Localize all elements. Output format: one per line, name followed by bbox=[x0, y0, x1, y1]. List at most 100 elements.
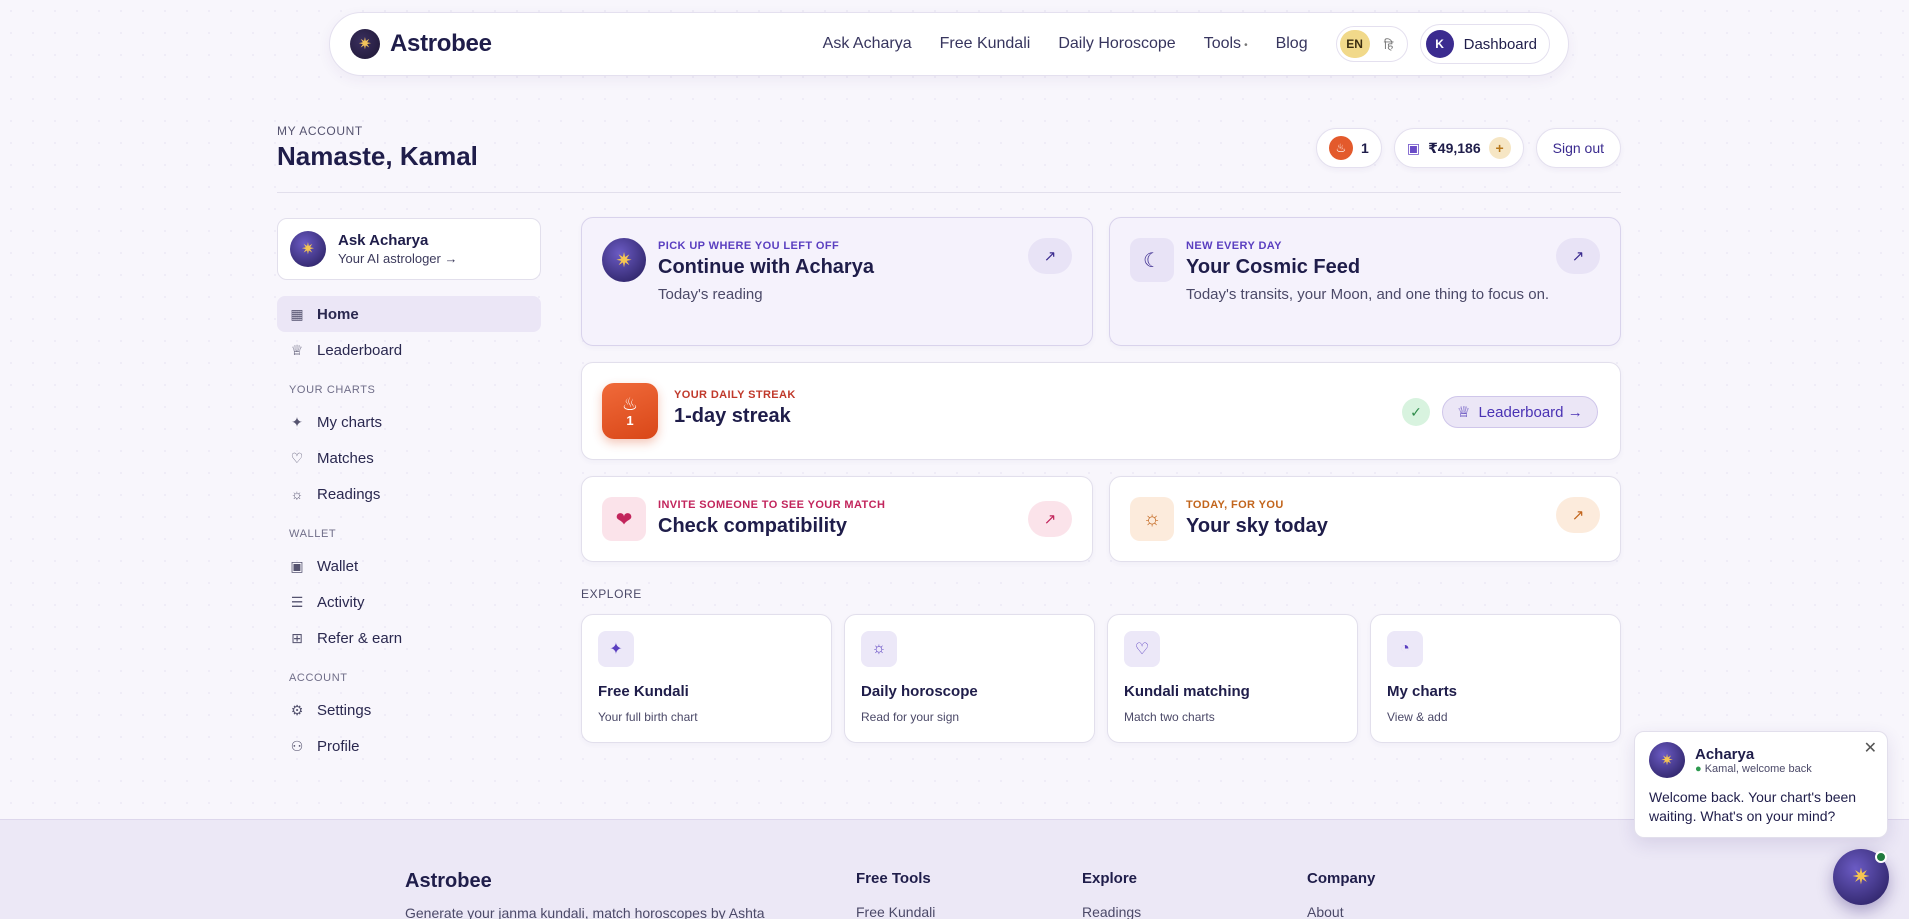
check-icon: ✓ bbox=[1402, 398, 1430, 426]
chat-popup: ✷ Acharya ● Kamal, welcome back ✕ Welcom… bbox=[1634, 731, 1888, 838]
sidebar-section-wallet: WALLET bbox=[289, 528, 337, 540]
online-dot-icon bbox=[1875, 851, 1887, 863]
dashboard-button[interactable]: K Dashboard bbox=[1419, 24, 1550, 64]
sidebar-item-label: Leaderboard bbox=[317, 341, 403, 359]
sidebar-item-label: Home bbox=[317, 305, 359, 323]
sidebar-item-matches[interactable]: ♡ Matches bbox=[277, 440, 541, 476]
cosmic-feed-card[interactable]: ☾ NEW EVERY DAY Your Cosmic Feed Today's… bbox=[1109, 217, 1621, 346]
heart-icon: ♡ bbox=[1124, 631, 1160, 667]
moon-icon: ☾ bbox=[1130, 238, 1174, 282]
dropdown-dot-icon: • bbox=[1244, 40, 1248, 51]
acharya-orb-icon: ✷ bbox=[602, 238, 646, 282]
sidebar-item-label: Activity bbox=[317, 593, 365, 611]
lang-hi-button[interactable]: हि bbox=[1374, 36, 1404, 53]
card-title: 1-day streak bbox=[674, 405, 791, 427]
explore-card-free-kundali[interactable]: ✦ Free Kundali Your full birth chart bbox=[581, 614, 832, 743]
lang-en-button[interactable]: EN bbox=[1339, 30, 1370, 58]
footer-link[interactable]: Readings bbox=[1082, 904, 1141, 919]
explore-card-daily-horoscope[interactable]: ☼ Daily horoscope Read for your sign bbox=[844, 614, 1095, 743]
nav-link-tools-label: Tools bbox=[1203, 35, 1242, 52]
acharya-orb-icon: ✷ bbox=[1851, 864, 1871, 889]
sparkle-icon: ✦ bbox=[291, 413, 303, 430]
sidebar-item-my-charts[interactable]: ✦ My charts bbox=[277, 404, 541, 440]
gift-icon: ⊞ bbox=[291, 629, 303, 646]
chat-status: ● Kamal, welcome back bbox=[1695, 763, 1812, 775]
explore-card-subtitle: Match two charts bbox=[1124, 710, 1215, 724]
sidebar: ✷ Ask Acharya Your AI astrologer → ▦ Home… bbox=[277, 218, 541, 764]
flame-icon: ♨ bbox=[621, 393, 639, 414]
online-dot-icon: ● bbox=[1695, 762, 1702, 775]
sidebar-item-activity[interactable]: ☰ Activity bbox=[277, 584, 541, 620]
streak-count: 1 bbox=[1361, 140, 1369, 156]
user-icon: ⚇ bbox=[290, 737, 304, 754]
sidebar-item-label: Refer & earn bbox=[317, 629, 403, 647]
heart-icon: ♡ bbox=[290, 449, 304, 466]
wallet-icon: ▣ bbox=[1406, 139, 1421, 156]
footer-column-explore: Explore Readings bbox=[1082, 870, 1141, 919]
sun-icon: ☼ bbox=[861, 631, 897, 667]
header-divider bbox=[277, 192, 1621, 193]
sidebar-item-wallet[interactable]: ▣ Wallet bbox=[277, 548, 541, 584]
arrow-up-right-icon[interactable]: ↗ bbox=[1556, 238, 1600, 274]
wallet-icon: ▣ bbox=[290, 557, 304, 574]
chat-message: Welcome back. Your chart's been waiting.… bbox=[1649, 789, 1857, 824]
card-eyebrow: PICK UP WHERE YOU LEFT OFF bbox=[658, 240, 840, 252]
nav-link-blog[interactable]: Blog bbox=[1276, 35, 1308, 53]
chat-header: ✷ Acharya ● Kamal, welcome back bbox=[1649, 742, 1873, 778]
sidebar-section-charts: YOUR CHARTS bbox=[289, 384, 376, 396]
account-actions: ♨ 1 ▣ ₹49,186 + Sign out bbox=[1316, 128, 1621, 168]
nav-link-daily-horoscope[interactable]: Daily Horoscope bbox=[1058, 35, 1175, 53]
ask-acharya-card[interactable]: ✷ Ask Acharya Your AI astrologer → bbox=[277, 218, 541, 280]
streak-pill[interactable]: ♨ 1 bbox=[1316, 128, 1382, 168]
streak-badge: ♨ 1 bbox=[602, 383, 658, 439]
sidebar-item-leaderboard[interactable]: ♕ Leaderboard bbox=[277, 332, 541, 368]
account-eyebrow: MY ACCOUNT bbox=[277, 124, 363, 138]
card-eyebrow: YOUR DAILY STREAK bbox=[674, 389, 796, 401]
pie-chart-icon: ◔ bbox=[1387, 631, 1423, 667]
sparkle-icon: ✦ bbox=[598, 631, 634, 667]
card-eyebrow: NEW EVERY DAY bbox=[1186, 240, 1282, 252]
sign-out-button[interactable]: Sign out bbox=[1535, 128, 1621, 168]
dashboard-label: Dashboard bbox=[1463, 35, 1537, 53]
sidebar-item-refer[interactable]: ⊞ Refer & earn bbox=[277, 620, 541, 656]
sun-icon: ☼ bbox=[1130, 497, 1174, 541]
chat-launcher-button[interactable]: ✷ bbox=[1833, 849, 1889, 905]
compatibility-card[interactable]: ❤ INVITE SOMEONE TO SEE YOUR MATCH Check… bbox=[581, 476, 1093, 562]
nav-link-ask-acharya[interactable]: Ask Acharya bbox=[823, 35, 912, 53]
arrow-up-right-icon[interactable]: ↗ bbox=[1028, 501, 1072, 537]
avatar: K bbox=[1425, 30, 1454, 58]
nav-link-free-kundali[interactable]: Free Kundali bbox=[940, 35, 1031, 53]
sidebar-item-readings[interactable]: ☼ Readings bbox=[277, 476, 541, 512]
footer-column-heading: Company bbox=[1307, 870, 1376, 887]
explore-card-subtitle: Read for your sign bbox=[861, 710, 960, 724]
sidebar-item-settings[interactable]: ⚙ Settings bbox=[277, 692, 541, 728]
sun-icon: ☼ bbox=[290, 486, 304, 502]
footer-link[interactable]: Free Kundali bbox=[856, 904, 935, 919]
trophy-icon: ♕ bbox=[1457, 404, 1471, 421]
explore-card-kundali-matching[interactable]: ♡ Kundali matching Match two charts bbox=[1107, 614, 1358, 743]
acharya-orb-icon: ✷ bbox=[290, 231, 326, 267]
close-icon[interactable]: ✕ bbox=[1864, 738, 1877, 758]
sidebar-item-profile[interactable]: ⚇ Profile bbox=[277, 728, 541, 764]
brand[interactable]: ✷ Astrobee bbox=[350, 29, 492, 59]
wallet-pill[interactable]: ▣ ₹49,186 + bbox=[1393, 128, 1524, 168]
footer-column-free-tools: Free Tools Free Kundali bbox=[856, 870, 935, 919]
ask-acharya-title: Ask Acharya bbox=[338, 232, 429, 249]
card-title: Your Cosmic Feed bbox=[1186, 256, 1361, 278]
explore-card-my-charts[interactable]: ◔ My charts View & add bbox=[1370, 614, 1621, 743]
chat-agent-name: Acharya bbox=[1695, 745, 1755, 763]
gear-icon: ⚙ bbox=[290, 701, 304, 718]
arrow-up-right-icon[interactable]: ↗ bbox=[1028, 238, 1072, 274]
footer-link[interactable]: About bbox=[1307, 904, 1375, 919]
sidebar-item-label: Settings bbox=[317, 701, 372, 719]
leaderboard-button[interactable]: ♕ Leaderboard → bbox=[1442, 396, 1598, 428]
add-funds-button[interactable]: + bbox=[1488, 137, 1511, 159]
footer-brand[interactable]: Astrobee bbox=[405, 870, 492, 893]
continue-acharya-card[interactable]: ✷ PICK UP WHERE YOU LEFT OFF Continue wi… bbox=[581, 217, 1093, 346]
wallet-balance: ₹49,186 bbox=[1428, 139, 1481, 156]
sidebar-item-home[interactable]: ▦ Home bbox=[277, 296, 541, 332]
sky-today-card[interactable]: ☼ TODAY, FOR YOU Your sky today ↗ bbox=[1109, 476, 1621, 562]
sidebar-item-label: Profile bbox=[317, 737, 360, 755]
nav-link-tools[interactable]: Tools • bbox=[1204, 35, 1248, 53]
arrow-up-right-icon[interactable]: ↗ bbox=[1556, 497, 1600, 533]
